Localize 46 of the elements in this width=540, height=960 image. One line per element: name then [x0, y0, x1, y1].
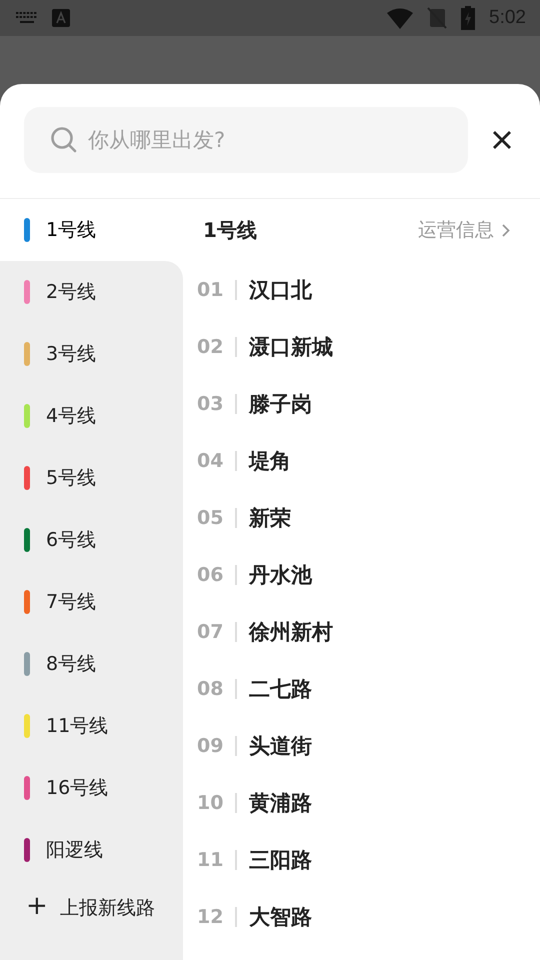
search-field[interactable]: 你从哪里出发? — [24, 107, 468, 173]
close-icon — [492, 130, 512, 150]
station-name[interactable]: 丹水池 — [249, 560, 312, 588]
station-name[interactable]: 汉口北 — [249, 276, 312, 304]
station-number: 01 — [197, 278, 224, 300]
station-number: 03 — [197, 392, 224, 414]
chevron-icon — [502, 224, 510, 236]
line-item[interactable]: 3号线 — [0, 323, 183, 385]
station-number: 08 — [197, 678, 224, 700]
station-number: 02 — [197, 336, 224, 358]
line-item[interactable]: 11号线 — [0, 695, 183, 757]
text-input-icon — [52, 9, 70, 27]
battery-icon — [461, 6, 476, 30]
station-number: 12 — [197, 906, 224, 928]
no-sim-icon — [427, 7, 448, 29]
station-number: 04 — [197, 450, 224, 472]
station-name[interactable]: 三阳路 — [249, 846, 312, 874]
station-name[interactable]: 滠口新城 — [249, 332, 333, 360]
line-item[interactable]: 8号线 — [0, 633, 183, 695]
line-item[interactable]: 2号线 — [0, 261, 183, 323]
report-line-button[interactable]: + 上报新线路 — [0, 881, 183, 960]
search-input[interactable]: 你从哪里出发? — [86, 127, 448, 153]
line-title: 1号线 — [203, 216, 258, 244]
line-item[interactable]: 5号线 — [0, 447, 183, 509]
keyboard-icon — [16, 12, 38, 24]
station-number: 09 — [197, 734, 224, 756]
line-item[interactable]: 16号线 — [0, 757, 183, 819]
station-number: 05 — [197, 506, 224, 528]
station-name[interactable]: 新荣 — [249, 504, 291, 532]
station-name[interactable]: 头道街 — [249, 732, 312, 760]
station-name[interactable]: 滕子岗 — [249, 390, 312, 418]
line-item[interactable]: 4号线 — [0, 385, 183, 447]
station-number: 07 — [197, 620, 224, 642]
line-item[interactable]: 7号线 — [0, 571, 183, 633]
station-name[interactable]: 大智路 — [249, 902, 312, 930]
line-item[interactable]: 6号线 — [0, 509, 183, 571]
line-item[interactable]: 阳逻线 — [0, 819, 183, 881]
search-icon — [50, 126, 78, 154]
station-name[interactable]: 徐州新村 — [249, 618, 333, 646]
station-name[interactable]: 黄浦路 — [249, 788, 312, 816]
station-number: 06 — [197, 564, 224, 586]
wifi-icon — [387, 8, 414, 28]
station-number: 10 — [197, 792, 224, 814]
station-name[interactable]: 二七路 — [249, 674, 312, 702]
station-number: 11 — [197, 848, 224, 870]
station-name[interactable]: 堤角 — [249, 446, 291, 474]
